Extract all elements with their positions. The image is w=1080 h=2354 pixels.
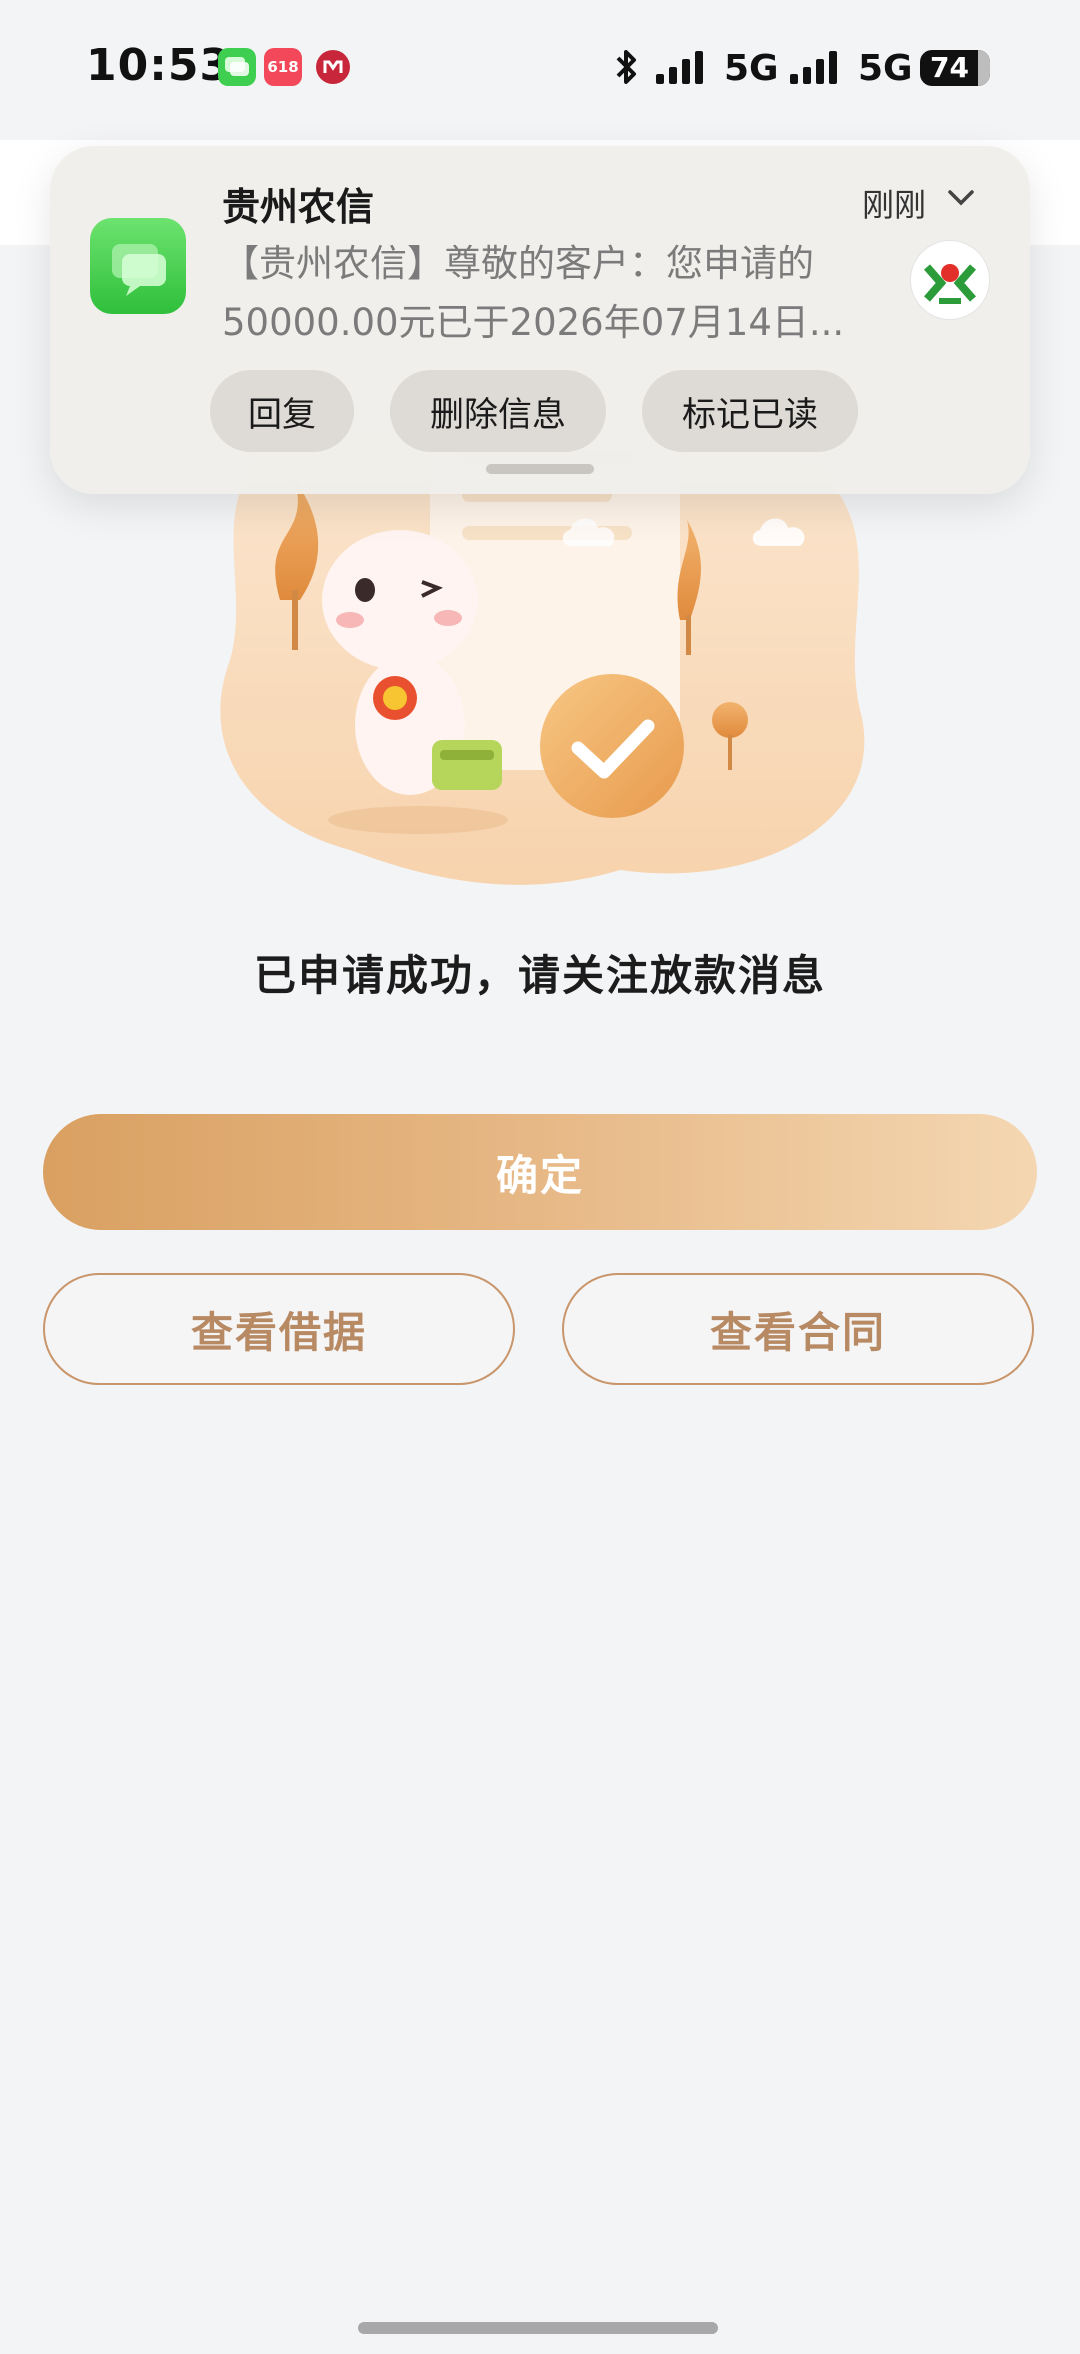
notification-sender: 贵州农信 bbox=[222, 185, 375, 229]
status-bar: 10:53 618 5G 5G 74 bbox=[0, 0, 1080, 140]
notification-body-line1: 【贵州农信】尊敬的客户：您申请的 bbox=[222, 242, 814, 285]
network-label-2: 5G bbox=[858, 48, 913, 89]
battery-level: 74 bbox=[930, 51, 969, 84]
home-indicator[interactable] bbox=[358, 2322, 718, 2334]
notification-time: 刚刚 bbox=[862, 186, 927, 224]
notification-body: 【贵州农信】尊敬的客户：您申请的 50000.00元已于2026年07月14日.… bbox=[222, 234, 962, 352]
battery-icon: 74 bbox=[920, 50, 990, 86]
taobao-618-icon: 618 bbox=[264, 48, 302, 86]
taobao-618-label: 618 bbox=[267, 58, 299, 76]
notification-body-line2: 50000.00元已于2026年07月14日... bbox=[222, 301, 845, 344]
notification-grabber[interactable] bbox=[486, 464, 594, 474]
bluetooth-icon bbox=[612, 46, 640, 92]
network-label-1: 5G bbox=[724, 48, 779, 89]
bank-logo-icon bbox=[910, 240, 990, 320]
view-iou-button[interactable]: 查看借据 bbox=[43, 1273, 515, 1385]
reply-button[interactable]: 回复 bbox=[210, 370, 354, 452]
bank-icon bbox=[316, 50, 350, 84]
chevron-down-icon[interactable] bbox=[946, 188, 976, 212]
confirm-button[interactable]: 确定 bbox=[43, 1114, 1037, 1230]
status-time: 10:53 bbox=[86, 40, 232, 91]
success-message: 已申请成功，请关注放款消息 bbox=[253, 951, 826, 1000]
view-contract-button[interactable]: 查看合同 bbox=[562, 1273, 1034, 1385]
delete-message-button[interactable]: 删除信息 bbox=[390, 370, 606, 452]
messages-app-icon bbox=[90, 218, 186, 314]
signal-icon bbox=[656, 50, 703, 84]
sms-notification-banner[interactable]: 贵州农信 刚刚 【贵州农信】尊敬的客户：您申请的 50000.00元已于2026… bbox=[50, 146, 1030, 494]
mark-read-button[interactable]: 标记已读 bbox=[642, 370, 858, 452]
messages-icon bbox=[218, 48, 256, 86]
signal-icon bbox=[790, 50, 837, 84]
